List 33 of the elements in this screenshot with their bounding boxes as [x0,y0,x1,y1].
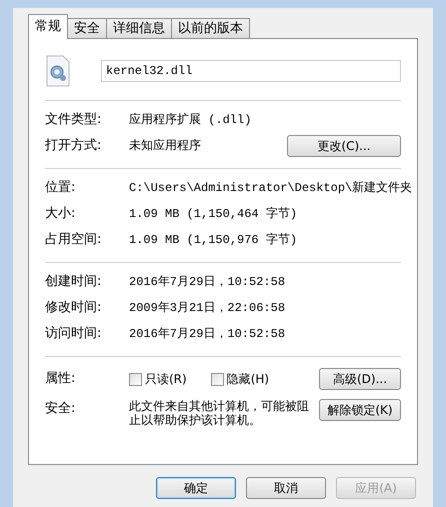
field-value: 2016年7月29日，10:52:58 [129,274,286,291]
field-value: 应用程序扩展 (.dll) [129,112,252,129]
field-label: 打开方式: [45,137,102,156]
tab[interactable]: 以前的版本 [171,18,250,39]
field-label: 位置: [45,179,76,198]
field-label: 安全: [45,400,76,418]
checkbox-label: 只读(R) [145,371,187,388]
checkbox[interactable] [210,372,224,386]
file-name-field[interactable]: kernel32.dll [101,60,401,82]
dialog-button[interactable]: 高级(D)... [319,368,401,390]
field-label: 创建时间: [45,273,102,292]
security-text: 此文件来自其他计算机，可能被阻止以帮助保护该计算机。 [129,399,309,427]
dialog-button[interactable]: 更改(C)... [287,135,401,157]
tab[interactable]: 常规 [28,14,68,39]
field-value: C:\Users\Administrator\Desktop\新建文件夹 [129,180,412,197]
field-value: 未知应用程序 [129,138,202,155]
field-label: 修改时间: [45,299,102,318]
field-label: 访问时间: [45,325,102,344]
tab[interactable]: 安全 [67,18,107,39]
checkbox[interactable] [129,372,142,386]
checkbox-label: 隐藏(H) [226,371,270,388]
dialog-button[interactable]: 取消 [246,477,326,499]
tab[interactable]: 详细信息 [106,18,172,39]
field-value: 2016年7月29日，10:52:58 [129,326,286,343]
field-value: 1.09 MB (1,150,464 字节) [129,206,298,223]
field-label: 文件类型: [45,111,102,130]
field-value: 1.09 MB (1,150,976 字节) [129,232,298,249]
dialog-button[interactable]: 解除锁定(K) [319,399,401,421]
dialog-button[interactable]: 确定 [156,477,236,499]
field-label: 占用空间: [45,231,102,250]
field-value: 2009年3月21日，22:06:58 [129,300,286,317]
field-label: 大小: [45,205,76,224]
field-label: 属性: [45,370,76,388]
